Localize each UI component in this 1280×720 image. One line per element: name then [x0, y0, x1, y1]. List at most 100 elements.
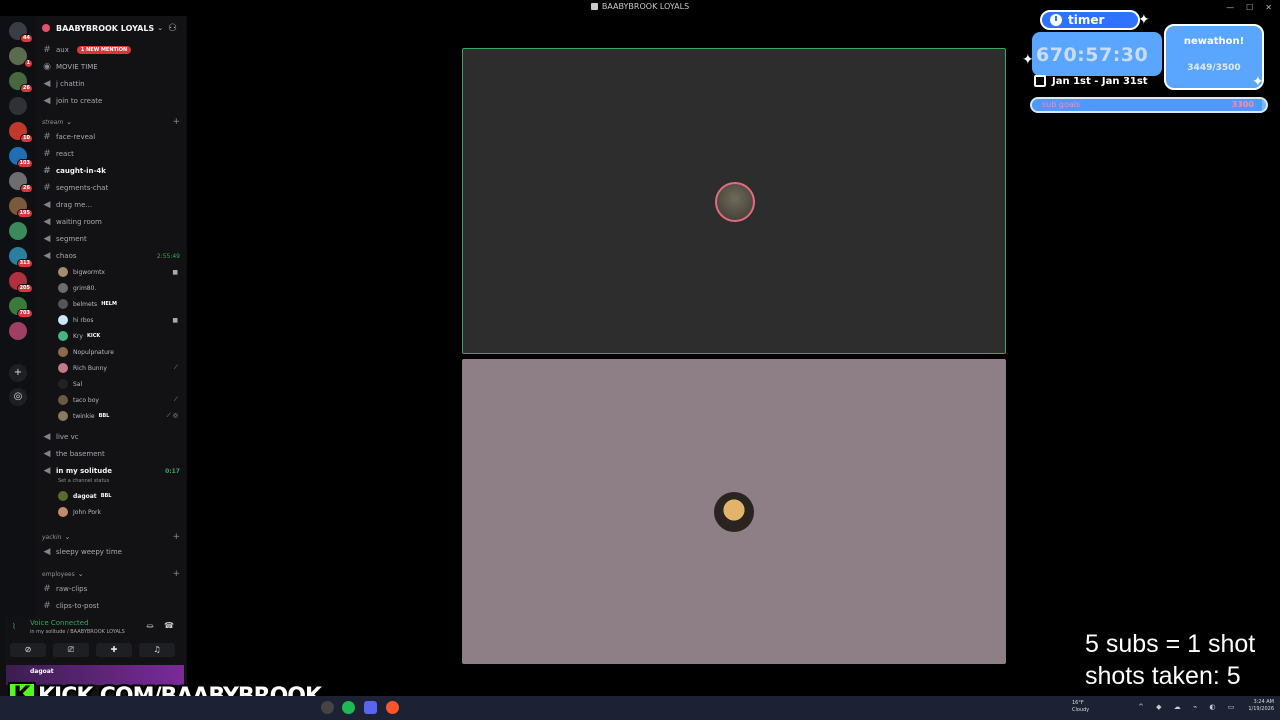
user-name: bigwormtx: [73, 268, 105, 276]
channel-stream[interactable]: # caught-in-4k: [42, 164, 182, 178]
server-header[interactable]: BAABYBROOK LOYALS ⌄ ⚇: [42, 21, 181, 35]
server-icon: [42, 24, 50, 32]
system-tray-icons[interactable]: ^ ◆ ☁ ⌁ ◐ ▭: [1138, 703, 1239, 711]
add-channel-icon[interactable]: +: [172, 532, 180, 542]
channel-stream[interactable]: ◀ segment: [42, 232, 182, 246]
activities-button[interactable]: ✚: [96, 643, 132, 657]
camera-button[interactable]: ⊘: [10, 643, 46, 657]
voice-user[interactable]: bigwormtx ■: [58, 265, 180, 279]
channel-status[interactable]: Set a channel status: [58, 478, 109, 484]
noise-suppression-icon[interactable]: ⏛: [146, 621, 154, 632]
channel-top[interactable]: # aux 1 NEW MENTION: [42, 43, 182, 57]
voice-location[interactable]: in my solitude / BAABYBROOK LOYALS: [30, 629, 125, 635]
server-icon[interactable]: 103: [9, 147, 33, 168]
category-stream[interactable]: stream ⌄ +: [42, 115, 182, 129]
explore-servers-button[interactable]: ◎: [9, 388, 27, 406]
server-icon[interactable]: 26: [9, 172, 33, 193]
shot-counter: 5 subs = 1 shot shots taken: 5: [1085, 628, 1255, 692]
server-icon[interactable]: 313: [9, 247, 33, 268]
voice-timer: 0:17: [165, 467, 180, 475]
chevron-down-icon: ⌄: [64, 533, 71, 541]
newathon-title: newathon!: [1183, 36, 1245, 47]
channel-label: in my solitude: [56, 467, 112, 475]
discord-taskbar-icon[interactable]: [364, 701, 377, 714]
chevron-down-icon: ⌄: [157, 24, 164, 32]
voice-user[interactable]: twinkie BBL ⟋ ◎: [58, 409, 180, 423]
channel-label: drag me...: [56, 201, 93, 209]
weather-desc: Cloudy: [1072, 707, 1090, 713]
voice-timer: 2:55:49: [156, 252, 180, 260]
channel-stream[interactable]: # segments-chat: [42, 181, 182, 195]
voice-user[interactable]: Kry KICK: [58, 329, 180, 343]
user-name: belmets: [73, 300, 98, 308]
channel-stream[interactable]: ◀ waiting room: [42, 215, 182, 229]
brave-icon[interactable]: [386, 701, 399, 714]
soundboard-button[interactable]: ♫: [139, 643, 175, 657]
channel-stream[interactable]: # face-reveal: [42, 130, 182, 144]
video-tile[interactable]: [462, 359, 1006, 664]
speaker-icon: ◀: [43, 432, 51, 442]
channel-stream[interactable]: ◀ chaos 2:55:49: [42, 249, 182, 263]
voice-user[interactable]: grim80.: [58, 281, 180, 295]
invite-icon[interactable]: ⚇: [168, 23, 177, 34]
category-employees[interactable]: employees ⌄ +: [42, 567, 182, 581]
voice-user[interactable]: hi rbos ■: [58, 313, 180, 327]
voice-user[interactable]: Sal: [58, 377, 180, 391]
avatar: [714, 492, 754, 532]
avatar: [58, 267, 68, 277]
channel-employees[interactable]: # raw-clips: [42, 582, 182, 596]
voice-user[interactable]: taco boy ⟋: [58, 393, 180, 407]
add-channel-icon[interactable]: +: [172, 117, 180, 127]
add-channel-icon[interactable]: +: [172, 569, 180, 579]
channel-sidebar: BAABYBROOK LOYALS ⌄ ⚇ # aux 1 NEW MENTION ◉…: [36, 16, 187, 696]
goal-progress-target: 3300: [1231, 100, 1254, 109]
user-name[interactable]: dagoat: [30, 668, 54, 675]
server-icon[interactable]: 195: [9, 197, 33, 218]
server-icon[interactable]: 703: [9, 297, 33, 318]
channel-stream[interactable]: # react: [42, 147, 182, 161]
channel-mid[interactable]: ◀ in my solitude 0:17: [42, 464, 182, 478]
speaker-icon: ◀: [43, 217, 51, 227]
weather-temp: 16°F: [1072, 700, 1084, 706]
server-icon[interactable]: 44: [9, 22, 33, 43]
voice-status[interactable]: Voice Connected: [30, 619, 89, 627]
clock[interactable]: 3:24 AM 1/19/2026: [1248, 699, 1274, 713]
screen: BAABYBROOK LOYALS — ☐ ✕ + ◎ 44 1 26 10 103 26…: [0, 0, 1280, 720]
channel-top[interactable]: ◀ join to create: [42, 94, 182, 108]
channel-stream[interactable]: ◀ drag me...: [42, 198, 182, 212]
channel-mid[interactable]: ◀ the basement: [42, 447, 182, 461]
video-tile-speaking[interactable]: [462, 48, 1006, 354]
server-icon[interactable]: [9, 322, 27, 340]
sparkle-icon: ✦: [1022, 52, 1034, 68]
user-name: dagoat: [73, 492, 97, 500]
category-yackin[interactable]: yackin ⌄ +: [42, 530, 182, 544]
spotify-icon[interactable]: [342, 701, 355, 714]
disconnect-icon[interactable]: ☎: [164, 621, 174, 630]
add-server-button[interactable]: +: [9, 364, 27, 382]
channel-top[interactable]: ◀ j chattin: [42, 77, 182, 91]
share-screen-button[interactable]: ⎚: [53, 643, 89, 657]
weather-widget[interactable]: 16°F Cloudy: [1072, 700, 1089, 714]
server-icon[interactable]: 10: [9, 122, 33, 143]
voice-user[interactable]: Nopulpnature: [58, 345, 180, 359]
speaker-icon: ◀: [43, 251, 51, 261]
channel-label: j chattin: [56, 80, 85, 88]
channel-employees[interactable]: # clips-to-post: [42, 599, 182, 613]
voice-user[interactable]: Rich Bunny ⟋: [58, 361, 180, 375]
voice-user[interactable]: dagoat BBL: [58, 489, 180, 503]
channel-top[interactable]: ◉ MOVIE TIME: [42, 60, 182, 74]
server-icon[interactable]: 205: [9, 272, 33, 293]
unread-badge: 313: [16, 259, 33, 268]
server-icon[interactable]: [9, 222, 27, 240]
channel-yackin[interactable]: ◀ sleepy weepy time: [42, 545, 182, 559]
voice-user[interactable]: belmets HELM: [58, 297, 180, 311]
channel-mid[interactable]: ◀ live vc: [42, 430, 182, 444]
server-icon[interactable]: [9, 97, 27, 115]
server-icon[interactable]: 1: [9, 47, 33, 68]
server-icon[interactable]: 26: [9, 72, 33, 93]
user-name: Kry: [73, 332, 83, 340]
voice-user[interactable]: John Pork: [58, 505, 180, 519]
hash-icon: #: [43, 584, 51, 594]
avatar: [58, 299, 68, 309]
app-icon[interactable]: [321, 701, 334, 714]
